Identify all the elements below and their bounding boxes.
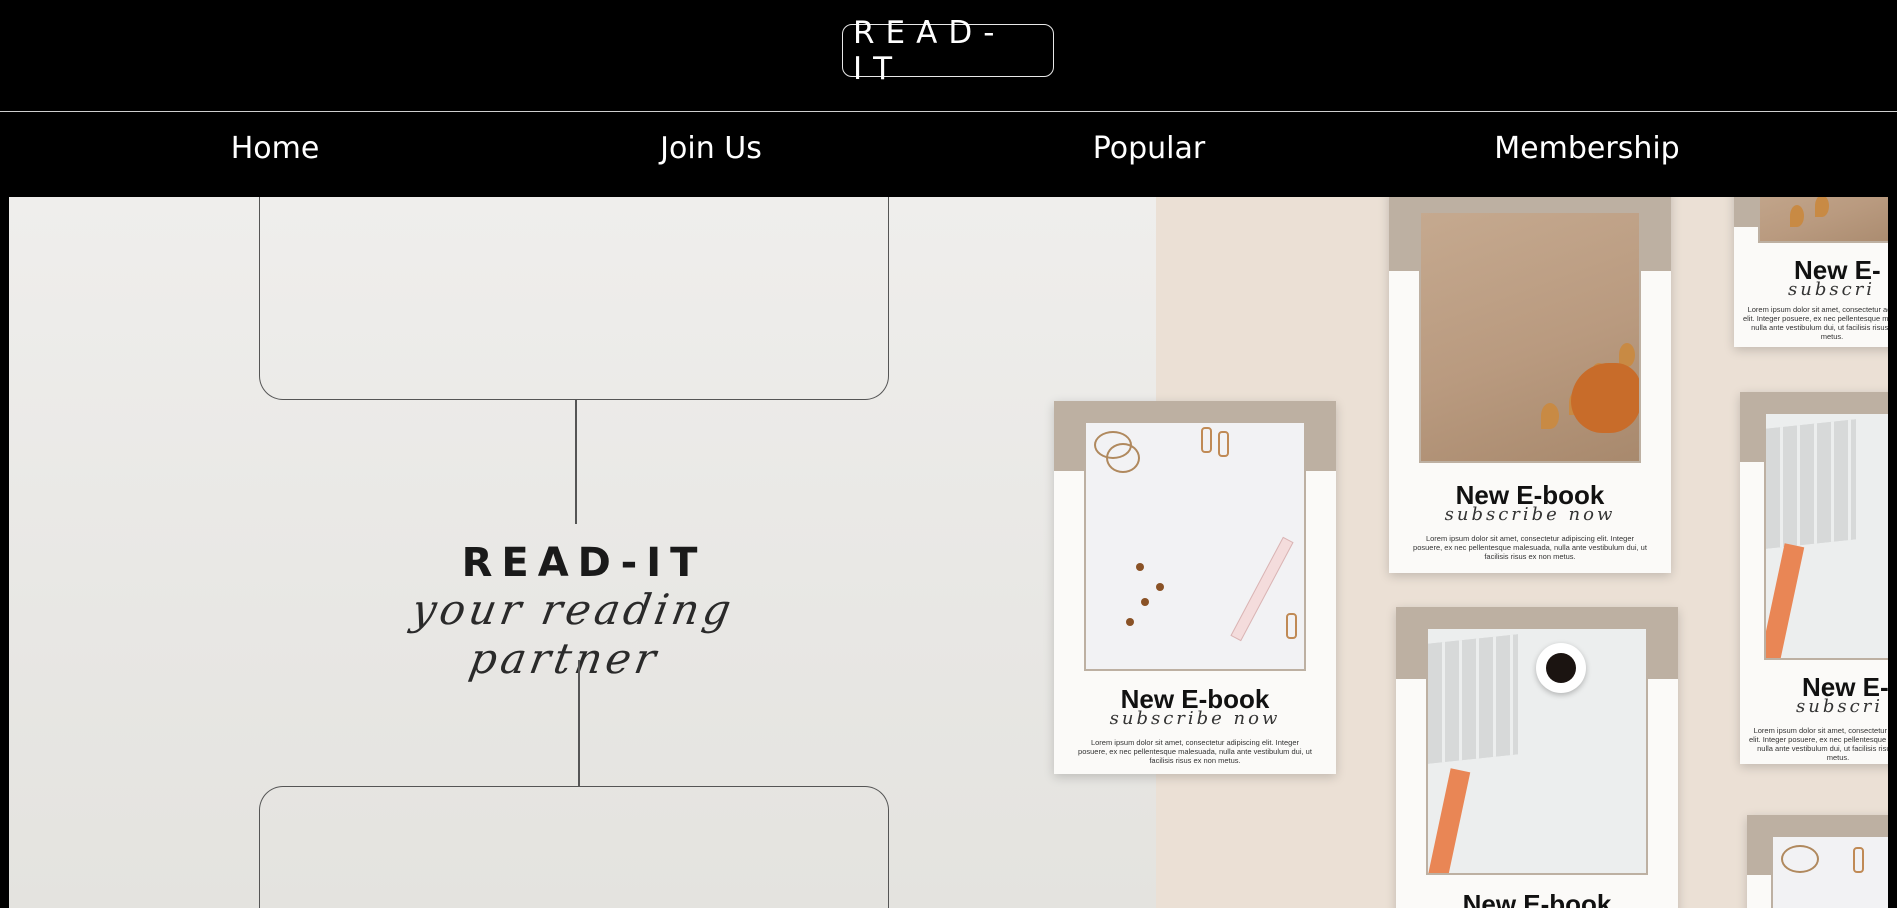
main-nav: Home Join Us Popular Membership — [0, 113, 1897, 197]
ebook-card[interactable]: New E-book — [1396, 607, 1678, 908]
decorative-frame-top — [259, 197, 889, 400]
ebook-card-partial[interactable]: New E- subscri Lorem ipsum dolor sit ame… — [1734, 197, 1888, 347]
ebook-card[interactable]: New E-book subscribe now Lorem ipsum dol… — [1054, 401, 1336, 774]
card-body: Lorem ipsum dolor sit amet, consectetur … — [1413, 534, 1647, 561]
paperclip-icon — [1853, 847, 1864, 873]
card-subtitle: subscri — [1796, 696, 1884, 717]
seed-icon — [1141, 598, 1149, 606]
card-photo-stone — [1419, 211, 1641, 463]
paperclip-icon — [1218, 431, 1229, 457]
seed-icon — [1156, 583, 1164, 591]
card-photo-stone — [1758, 197, 1888, 243]
card-body: Lorem ipsum dolor sit amet, consectetur … — [1742, 305, 1888, 341]
card-body: Lorem ipsum dolor sit amet, consectetur … — [1748, 726, 1888, 762]
card-subtitle: subscri — [1788, 279, 1876, 300]
decorative-line-top — [575, 400, 577, 524]
keyboard-icon — [1428, 634, 1518, 764]
leaf-icon — [1790, 205, 1804, 227]
notebook-icon — [1766, 543, 1805, 658]
ebook-card[interactable]: New E-book subscribe now Lorem ipsum dol… — [1389, 197, 1671, 573]
nav-home[interactable]: Home — [231, 131, 320, 166]
card-photo-desk — [1771, 835, 1888, 908]
card-title: New E-book — [1462, 889, 1612, 908]
card-photo-desk — [1084, 421, 1306, 671]
hero-banner: READ-IT your reading partner New E-book … — [9, 197, 1888, 908]
glasses-icon — [1106, 443, 1140, 473]
leaf-icon — [1815, 197, 1829, 217]
dried-leaf-icon — [1571, 363, 1639, 433]
card-subtitle: subscribe now — [1444, 504, 1616, 525]
decorative-line-bottom — [578, 660, 580, 786]
site-header: READ-IT — [0, 0, 1897, 112]
glasses-icon — [1781, 845, 1819, 873]
seed-icon — [1126, 618, 1134, 626]
decorative-frame-bottom — [259, 786, 889, 908]
keyboard-icon — [1766, 419, 1856, 549]
card-body: Lorem ipsum dolor sit amet, consectetur … — [1078, 738, 1312, 765]
pen-icon — [1230, 536, 1294, 642]
leaf-icon — [1541, 403, 1559, 429]
nav-popular[interactable]: Popular — [1093, 131, 1206, 166]
site-logo[interactable]: READ-IT — [842, 15, 1054, 87]
paperclip-icon — [1201, 427, 1212, 453]
card-photo-keyboard — [1426, 627, 1648, 875]
notebook-icon — [1428, 768, 1471, 873]
nav-join-us[interactable]: Join Us — [660, 131, 762, 166]
seed-icon — [1136, 563, 1144, 571]
nav-membership[interactable]: Membership — [1494, 131, 1679, 166]
ebook-card-partial[interactable]: New E- subscri Lorem ipsum dolor sit ame… — [1740, 392, 1888, 764]
card-subtitle: subscribe now — [1109, 708, 1281, 729]
paperclip-icon — [1286, 613, 1297, 639]
hero-tagline: your reading partner — [408, 585, 739, 683]
coffee-cup-icon — [1536, 643, 1586, 693]
card-photo-keyboard — [1764, 412, 1888, 660]
ebook-card-partial[interactable] — [1747, 815, 1888, 908]
hero-title: READ-IT — [461, 540, 707, 586]
